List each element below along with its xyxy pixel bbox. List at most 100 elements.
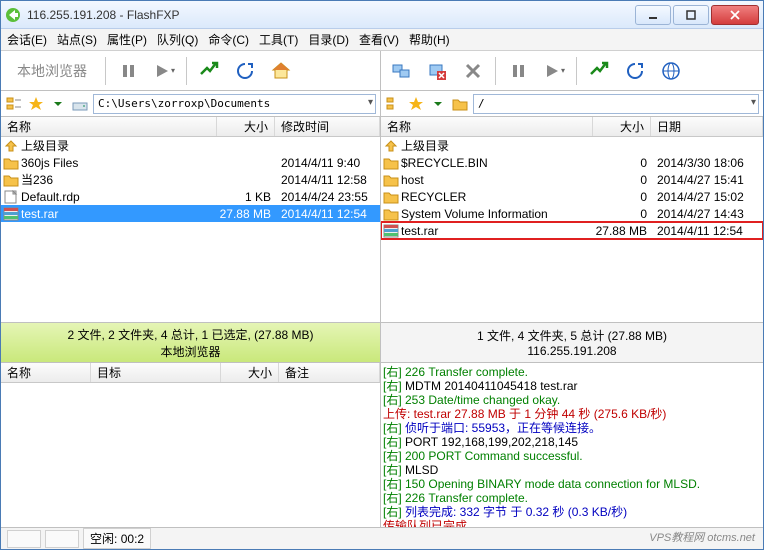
log-line: [右] 226 Transfer complete. bbox=[383, 365, 761, 379]
rar-icon bbox=[383, 224, 399, 238]
up-icon bbox=[383, 139, 399, 153]
pathbar-remote: ▾ bbox=[381, 91, 763, 116]
globe-button[interactable] bbox=[655, 55, 687, 87]
col-size[interactable]: 大小 bbox=[221, 363, 279, 382]
pause-button[interactable] bbox=[112, 55, 144, 87]
bottom-section: 名称 目标 大小 备注 [右] 226 Transfer complete.[右… bbox=[1, 362, 763, 532]
connect-button[interactable] bbox=[385, 55, 417, 87]
menu-session[interactable]: 会话(E) bbox=[7, 31, 47, 48]
dropdown-icon[interactable] bbox=[49, 95, 67, 113]
tree-icon[interactable] bbox=[5, 95, 23, 113]
file-size: 27.88 MB bbox=[595, 224, 653, 238]
col-name[interactable]: 名称 bbox=[381, 117, 593, 136]
list-item[interactable]: 360js Files2014/4/11 9:40 bbox=[1, 154, 380, 171]
col-remark[interactable]: 备注 bbox=[279, 363, 380, 382]
pause-button-r[interactable] bbox=[502, 55, 534, 87]
col-size[interactable]: 大小 bbox=[593, 117, 651, 136]
statusbars: 2 文件, 2 文件夹, 4 总计, 1 已选定, (27.88 MB) 本地浏… bbox=[1, 322, 763, 362]
queue-list[interactable] bbox=[1, 383, 380, 532]
log-line: [右] 150 Opening BINARY mode data connect… bbox=[383, 477, 761, 491]
pathbars: ▾ ▾ bbox=[1, 91, 763, 117]
rar-icon bbox=[3, 207, 19, 221]
play-button[interactable]: ▾ bbox=[148, 55, 180, 87]
file-name: System Volume Information bbox=[401, 207, 595, 221]
list-item[interactable]: Default.rdp1 KB2014/4/24 23:55 bbox=[1, 188, 380, 205]
menu-dir[interactable]: 目录(D) bbox=[308, 31, 349, 48]
file-name: Default.rdp bbox=[21, 190, 219, 204]
col-mtime[interactable]: 修改时间 bbox=[275, 117, 380, 136]
menu-sites[interactable]: 站点(S) bbox=[57, 31, 97, 48]
list-item[interactable]: 当2362014/4/11 12:58 bbox=[1, 171, 380, 188]
home-button[interactable] bbox=[265, 55, 297, 87]
log-pane[interactable]: [右] 226 Transfer complete.[右] MDTM 20140… bbox=[381, 363, 763, 532]
local-path-input[interactable] bbox=[93, 94, 376, 114]
list-item[interactable]: test.rar27.88 MB2014/4/11 12:54 bbox=[1, 205, 380, 222]
log-line: [右] 列表完成: 332 字节 于 0.32 秒 (0.3 KB/秒) bbox=[383, 505, 761, 519]
up-directory[interactable]: 上级目录 bbox=[381, 137, 763, 154]
folder-icon bbox=[383, 207, 399, 221]
watermark: VPS教程网 otcms.net bbox=[649, 529, 755, 545]
favorite-icon[interactable] bbox=[407, 95, 425, 113]
local-file-list[interactable]: 上级目录360js Files2014/4/11 9:40当2362014/4/… bbox=[1, 137, 380, 322]
file-name: 当236 bbox=[21, 171, 219, 188]
close-button[interactable] bbox=[711, 5, 759, 25]
file-name: host bbox=[401, 173, 595, 187]
file-date: 2014/4/11 12:54 bbox=[653, 224, 761, 238]
file-size: 1 KB bbox=[219, 190, 277, 204]
chevron-down-icon[interactable]: ▾ bbox=[751, 97, 756, 108]
local-status: 2 文件, 2 文件夹, 4 总计, 1 已选定, (27.88 MB) 本地浏… bbox=[1, 323, 381, 362]
menu-help[interactable]: 帮助(H) bbox=[409, 31, 450, 48]
remote-columns: 名称 大小 日期 bbox=[381, 117, 763, 137]
log-line: 上传: test.rar 27.88 MB 于 1 分钟 44 秒 (275.6… bbox=[383, 407, 761, 421]
remote-status-line2: 116.255.191.208 bbox=[527, 344, 616, 358]
folder-icon bbox=[3, 173, 19, 187]
local-status-line1: 2 文件, 2 文件夹, 4 总计, 1 已选定, (27.88 MB) bbox=[67, 326, 313, 343]
file-name: test.rar bbox=[21, 207, 219, 221]
list-item[interactable]: RECYCLER02014/4/27 15:02 bbox=[381, 188, 763, 205]
file-date: 2014/4/27 15:41 bbox=[653, 173, 761, 187]
toolbar-left: 本地浏览器 ▾ bbox=[1, 51, 381, 90]
remote-path-input[interactable] bbox=[473, 94, 759, 114]
remote-file-list[interactable]: 上级目录$RECYCLE.BIN02014/3/30 18:06host0201… bbox=[381, 137, 763, 322]
menu-tools[interactable]: 工具(T) bbox=[259, 31, 298, 48]
up-directory[interactable]: 上级目录 bbox=[1, 137, 380, 154]
file-name: test.rar bbox=[401, 224, 595, 238]
maximize-button[interactable] bbox=[673, 5, 709, 25]
file-size: 27.88 MB bbox=[219, 207, 277, 221]
list-item[interactable]: $RECYCLE.BIN02014/3/30 18:06 bbox=[381, 154, 763, 171]
list-item[interactable]: test.rar27.88 MB2014/4/11 12:54 bbox=[381, 222, 763, 239]
up-label: 上级目录 bbox=[401, 137, 449, 154]
file-date: 2014/4/24 23:55 bbox=[277, 190, 378, 204]
col-name[interactable]: 名称 bbox=[1, 117, 217, 136]
abort-button[interactable] bbox=[457, 55, 489, 87]
menu-props[interactable]: 属性(P) bbox=[107, 31, 147, 48]
refresh-button[interactable] bbox=[229, 55, 261, 87]
footer-cell-1 bbox=[7, 530, 41, 548]
pathbar-local: ▾ bbox=[1, 91, 381, 116]
play-button-r[interactable]: ▾ bbox=[538, 55, 570, 87]
drive-icon bbox=[71, 95, 89, 113]
disconnect-button[interactable] bbox=[421, 55, 453, 87]
menu-view[interactable]: 查看(V) bbox=[359, 31, 399, 48]
tree-icon[interactable] bbox=[385, 95, 403, 113]
up-label: 上级目录 bbox=[21, 137, 69, 154]
dropdown-icon[interactable] bbox=[429, 95, 447, 113]
transfer-button[interactable] bbox=[193, 55, 225, 87]
menu-queue[interactable]: 队列(Q) bbox=[157, 31, 198, 48]
file-date: 2014/4/27 15:02 bbox=[653, 190, 761, 204]
folder-icon bbox=[383, 156, 399, 170]
chevron-down-icon[interactable]: ▾ bbox=[368, 97, 373, 108]
col-date[interactable]: 日期 bbox=[651, 117, 763, 136]
col-size[interactable]: 大小 bbox=[217, 117, 275, 136]
col-target[interactable]: 目标 bbox=[91, 363, 221, 382]
minimize-button[interactable] bbox=[635, 5, 671, 25]
file-size: 0 bbox=[595, 207, 653, 221]
menu-cmds[interactable]: 命令(C) bbox=[208, 31, 249, 48]
log-line: [右] 侦听于端口: 55953，正在等候连接。 bbox=[383, 421, 761, 435]
list-item[interactable]: System Volume Information02014/4/27 14:4… bbox=[381, 205, 763, 222]
list-item[interactable]: host02014/4/27 15:41 bbox=[381, 171, 763, 188]
favorite-icon[interactable] bbox=[27, 95, 45, 113]
transfer-button-r[interactable] bbox=[583, 55, 615, 87]
col-name[interactable]: 名称 bbox=[1, 363, 91, 382]
refresh-button-r[interactable] bbox=[619, 55, 651, 87]
